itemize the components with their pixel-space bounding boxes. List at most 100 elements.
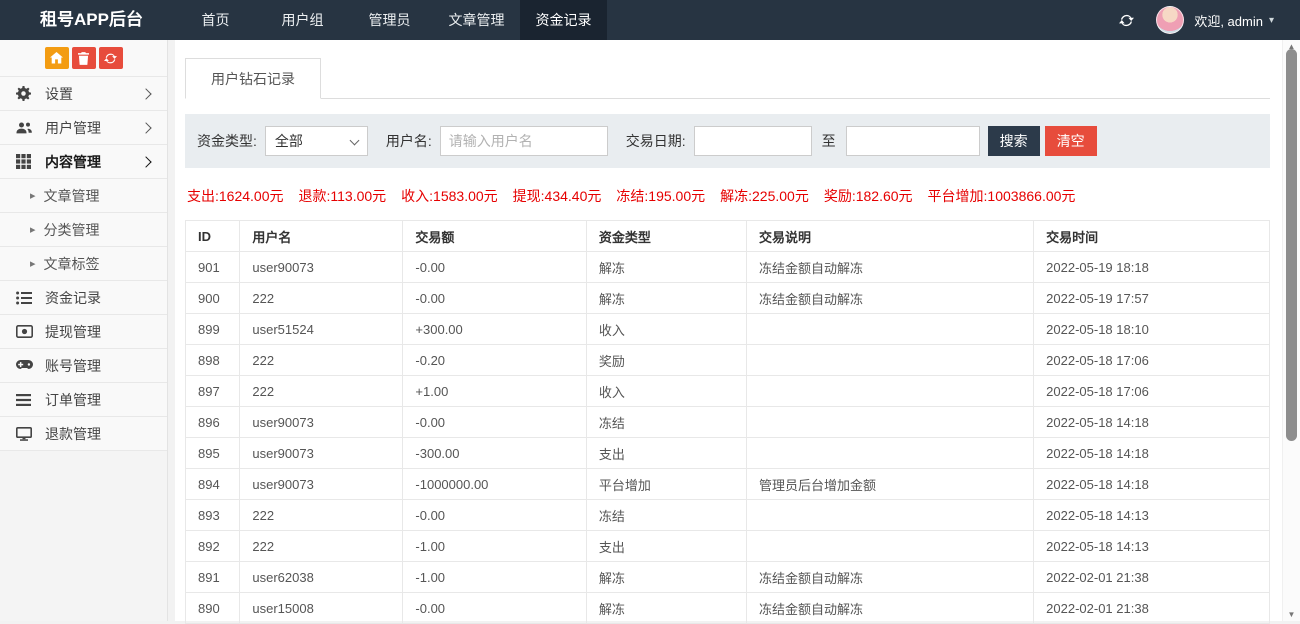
table-cell: user62038 xyxy=(240,562,403,593)
table-cell xyxy=(746,407,1033,438)
content-area: 用户钻石记录 资金类型: 全部 用户名: 交易日期: 至 搜索 清空 支出:16… xyxy=(185,40,1270,624)
sidebar: 设置用户管理内容管理▸文章管理▸分类管理▸文章标签资金记录提现管理账号管理订单管… xyxy=(0,40,168,621)
records-table: ID用户名交易额资金类型交易说明交易时间 901user90073-0.00解冻… xyxy=(185,220,1270,624)
refresh-icon[interactable] xyxy=(1119,13,1134,28)
sidebar-item-category-management[interactable]: ▸ 分类管理 xyxy=(0,212,167,246)
sidebar-toolbar xyxy=(0,40,167,76)
table-cell: 899 xyxy=(186,314,240,345)
sidebar-item-user-management[interactable]: 用户管理 xyxy=(0,110,167,144)
sidebar-item-account-management[interactable]: 账号管理 xyxy=(0,348,167,382)
summary-unfrozen: 解冻:225.00元 xyxy=(720,188,809,204)
table-cell: user90073 xyxy=(240,469,403,500)
table-cell: 冻结金额自动解冻 xyxy=(746,593,1033,624)
sidebar-item-label: 设置 xyxy=(45,84,73,104)
table-cell: 896 xyxy=(186,407,240,438)
table-cell: -0.00 xyxy=(403,593,586,624)
refresh-button[interactable] xyxy=(99,47,123,69)
triangle-right-icon: ▸ xyxy=(30,189,36,202)
summary-stats: 支出:1624.00元退款:113.00元收入:1583.00元提现:434.4… xyxy=(187,187,1268,205)
table-row: 894user90073-1000000.00平台增加管理员后台增加金额2022… xyxy=(186,469,1270,500)
bars-icon xyxy=(16,394,36,406)
table-cell: -0.00 xyxy=(403,500,586,531)
table-row: 899user51524+300.00收入2022-05-18 18:10 xyxy=(186,314,1270,345)
column-header: 交易时间 xyxy=(1034,221,1270,252)
table-cell: user90073 xyxy=(240,407,403,438)
sidebar-item-refund-management[interactable]: 退款管理 xyxy=(0,416,167,451)
fund-type-select[interactable]: 全部 xyxy=(265,126,368,156)
date-end-input[interactable] xyxy=(846,126,980,156)
welcome-text[interactable]: 欢迎, admin xyxy=(1194,11,1263,30)
chevron-right-icon xyxy=(140,156,151,167)
triangle-right-icon: ▸ xyxy=(30,223,36,236)
table-cell: 2022-05-18 14:13 xyxy=(1034,500,1270,531)
table-cell: 898 xyxy=(186,345,240,376)
sidebar-item-article-management[interactable]: ▸文章管理 xyxy=(0,178,167,212)
table-cell: 支出 xyxy=(586,438,746,469)
table-cell: 222 xyxy=(240,531,403,562)
navbar-right: 欢迎, admin ▾ xyxy=(1119,0,1300,40)
money-icon xyxy=(16,325,36,338)
table-cell: -1.00 xyxy=(403,562,586,593)
sidebar-item-label: 分类管理 xyxy=(44,220,100,240)
chevron-right-icon xyxy=(140,122,151,133)
nav-item-admins[interactable]: 管理员 xyxy=(346,0,433,40)
vertical-scrollbar[interactable]: ▲ ▼ xyxy=(1282,40,1300,621)
table-row: 900222-0.00解冻冻结金额自动解冻2022-05-19 17:57 xyxy=(186,283,1270,314)
date-start-input[interactable] xyxy=(694,126,812,156)
nav-item-fund-records[interactable]: 资金记录 xyxy=(520,0,607,40)
main-panel: 用户钻石记录 资金类型: 全部 用户名: 交易日期: 至 搜索 清空 支出:16… xyxy=(175,40,1300,621)
sidebar-item-withdrawal-management[interactable]: 提现管理 xyxy=(0,314,167,348)
trash-button[interactable] xyxy=(72,47,96,69)
table-cell: 2022-05-18 14:18 xyxy=(1034,407,1270,438)
sidebar-item-label: 退款管理 xyxy=(45,424,101,444)
table-cell: 2022-05-18 14:18 xyxy=(1034,469,1270,500)
sidebar-item-order-management[interactable]: 订单管理 xyxy=(0,382,167,416)
scrollbar-thumb[interactable] xyxy=(1286,49,1297,441)
table-cell: 897 xyxy=(186,376,240,407)
summary-expense: 支出:1624.00元 xyxy=(187,188,284,204)
search-button[interactable]: 搜索 xyxy=(988,126,1040,156)
nav-item-user-groups[interactable]: 用户组 xyxy=(259,0,346,40)
table-cell: 冻结金额自动解冻 xyxy=(746,252,1033,283)
home-icon xyxy=(50,52,63,64)
gamepad-icon xyxy=(16,360,36,371)
sidebar-item-label: 订单管理 xyxy=(45,390,101,410)
table-row: 898222-0.20奖励2022-05-18 17:06 xyxy=(186,345,1270,376)
sidebar-item-content-management[interactable]: 内容管理 xyxy=(0,144,167,178)
sidebar-item-settings[interactable]: 设置 xyxy=(0,76,167,110)
summary-reward: 奖励:182.60元 xyxy=(824,188,913,204)
column-header: 交易额 xyxy=(403,221,586,252)
table-cell xyxy=(746,345,1033,376)
table-cell: -300.00 xyxy=(403,438,586,469)
clear-button[interactable]: 清空 xyxy=(1045,126,1097,156)
tab-user-diamond-records[interactable]: 用户钻石记录 xyxy=(185,58,321,99)
summary-withdraw: 提现:434.40元 xyxy=(513,188,602,204)
table-cell: 890 xyxy=(186,593,240,624)
table-cell: 891 xyxy=(186,562,240,593)
list-icon xyxy=(16,291,36,305)
sidebar-menu: 设置用户管理内容管理▸文章管理▸分类管理▸文章标签资金记录提现管理账号管理订单管… xyxy=(0,76,167,451)
nav-item-article-management[interactable]: 文章管理 xyxy=(433,0,520,40)
chevron-right-icon xyxy=(140,88,151,99)
avatar[interactable] xyxy=(1156,6,1184,34)
summary-platform-add: 平台增加:1003866.00元 xyxy=(928,188,1076,204)
chevron-down-icon[interactable]: ▾ xyxy=(1269,15,1274,26)
summary-income: 收入:1583.00元 xyxy=(401,188,498,204)
sidebar-item-fund-records[interactable]: 资金记录 xyxy=(0,280,167,314)
column-header: 资金类型 xyxy=(586,221,746,252)
table-cell: -1.00 xyxy=(403,531,586,562)
top-navbar: 租号APP后台 首页用户组管理员文章管理资金记录 欢迎, admin ▾ xyxy=(0,0,1300,40)
nav-item-home[interactable]: 首页 xyxy=(172,0,259,40)
sidebar-item-article-tags[interactable]: ▸文章标签 xyxy=(0,246,167,280)
username-input[interactable] xyxy=(440,126,608,156)
table-cell: 894 xyxy=(186,469,240,500)
table-cell: 2022-05-19 18:18 xyxy=(1034,252,1270,283)
scroll-down-icon[interactable]: ▼ xyxy=(1283,610,1300,619)
table-cell: 冻结金额自动解冻 xyxy=(746,283,1033,314)
sidebar-item-label: 内容管理 xyxy=(45,152,101,172)
trash-icon xyxy=(78,52,89,65)
sidebar-item-label: 提现管理 xyxy=(45,322,101,342)
table-cell: -0.00 xyxy=(403,252,586,283)
home-button[interactable] xyxy=(45,47,69,69)
table-cell: -0.20 xyxy=(403,345,586,376)
